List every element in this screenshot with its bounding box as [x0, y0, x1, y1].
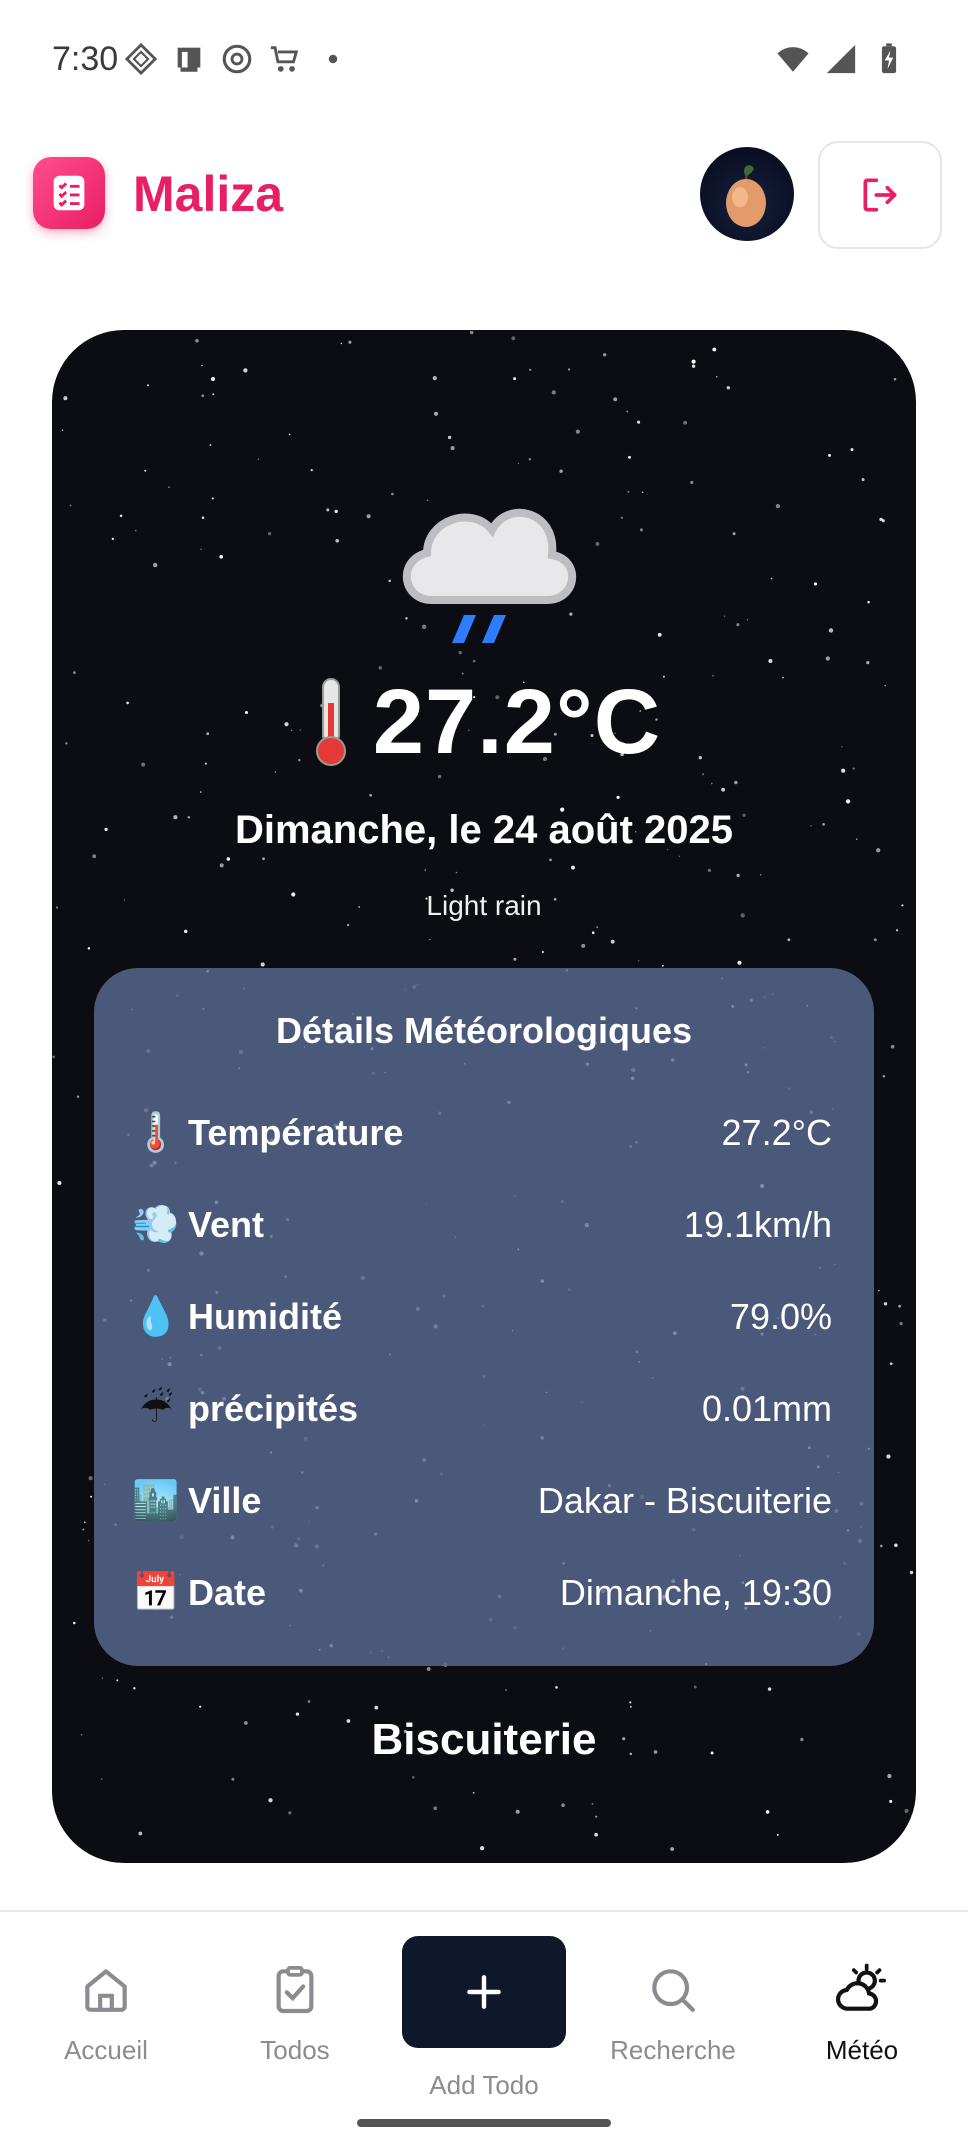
wifi-icon: [777, 47, 809, 72]
bottom-navigation: Accueil Todos Add Todo Recherche Météo: [0, 1910, 968, 2153]
battery-charging-icon: [881, 43, 897, 74]
nav-item-recherche[interactable]: Recherche: [593, 1962, 753, 2066]
detail-value: 19.1km/h: [683, 1204, 832, 1245]
thermometer-icon: [315, 677, 346, 766]
detail-label: précipités: [188, 1388, 359, 1429]
detail-row-temperature: 🌡️ Température 27.2°C: [132, 1103, 832, 1163]
status-bar: 7:30: [0, 0, 968, 120]
city-name: Biscuiterie: [371, 1715, 597, 1764]
cart-icon: [270, 46, 299, 72]
detail-value: Dimanche, 19:30: [559, 1572, 832, 1613]
calendar-icon: 📅: [132, 1572, 180, 1614]
mango-avatar-image: [726, 165, 766, 227]
nav-label: Recherche: [610, 2035, 736, 2065]
detail-row-wind: 💨 Vent 19.1km/h: [132, 1195, 832, 1255]
clipboard-check-icon: [276, 1965, 314, 2014]
temperature-row: 27.2°C: [52, 670, 916, 775]
temperature-value: 27.2°C: [372, 671, 662, 773]
avatar[interactable]: [700, 147, 794, 241]
detail-label: Humidité: [188, 1296, 343, 1337]
nav-label: Accueil: [64, 2035, 148, 2065]
home-icon: [85, 1969, 127, 2012]
detail-row-humidity: 💧 Humidité 79.0%: [132, 1287, 832, 1347]
status-time: 7:30: [52, 40, 119, 78]
wind-icon: 💨: [132, 1204, 180, 1246]
detail-value: Dakar - Biscuiterie: [537, 1480, 832, 1521]
umbrella-rain-icon: ☔: [138, 1388, 174, 1431]
detail-value: 27.2°C: [721, 1112, 832, 1153]
search-icon: [652, 1969, 695, 2012]
droplet-icon: 💧: [132, 1296, 180, 1338]
threads-icon: [222, 44, 252, 74]
system-icons: [776, 42, 906, 76]
logout-button[interactable]: [818, 141, 942, 249]
app-logo: [33, 157, 105, 229]
nav-item-meteo[interactable]: Météo: [782, 1962, 942, 2066]
detail-label: Ville: [188, 1480, 262, 1521]
notification-icons: [124, 42, 350, 76]
thermometer-icon: 🌡️: [132, 1112, 180, 1154]
cityscape-icon: 🏙️: [132, 1480, 180, 1522]
weather-details-panel: Détails Météorologiques 🌡️ Température 2…: [94, 968, 874, 1666]
nav-label: Météo: [825, 2035, 899, 2065]
detail-label: Température: [188, 1112, 404, 1153]
rain-cloud-icon: [402, 508, 577, 643]
add-todo-label: Add Todo: [429, 2070, 539, 2100]
weather-icon: [835, 1963, 887, 2011]
nav-label: Todos: [260, 2035, 330, 2065]
checklist-icon: [53, 175, 85, 211]
detail-row-city: 🏙️ Ville Dakar - Biscuiterie: [132, 1471, 832, 1531]
logout-icon: [863, 178, 897, 212]
more-notifications-dot: [328, 54, 338, 64]
weather-condition: Light rain: [426, 890, 542, 921]
detail-value: 0.01mm: [701, 1388, 832, 1429]
add-todo-button[interactable]: [402, 1936, 566, 2048]
app-title: Maliza: [133, 166, 284, 222]
home-indicator[interactable]: [357, 2119, 611, 2127]
detail-row-date: 📅 Date Dimanche, 19:30: [132, 1563, 832, 1623]
nav-item-todos[interactable]: Todos: [215, 1962, 375, 2066]
nav-item-accueil[interactable]: Accueil: [26, 1962, 186, 2066]
weather-card: 27.2°C Dimanche, le 24 août 2025 Light r…: [52, 330, 916, 1863]
signal-icon: [826, 44, 856, 74]
details-title: Détails Météorologiques: [275, 1010, 693, 1051]
detail-label: Vent: [188, 1204, 265, 1245]
detail-value: 79.0%: [729, 1296, 832, 1337]
plus-icon: [467, 1975, 501, 2009]
bank-notification-icon: [177, 47, 201, 72]
detail-label: Date: [188, 1572, 267, 1613]
detail-row-precipitation: ☔ précipités 0.01mm: [132, 1379, 832, 1439]
app-bar: Maliza: [0, 135, 968, 255]
app-notification-icon: [124, 42, 158, 76]
weather-date: Dimanche, le 24 août 2025: [234, 808, 733, 852]
